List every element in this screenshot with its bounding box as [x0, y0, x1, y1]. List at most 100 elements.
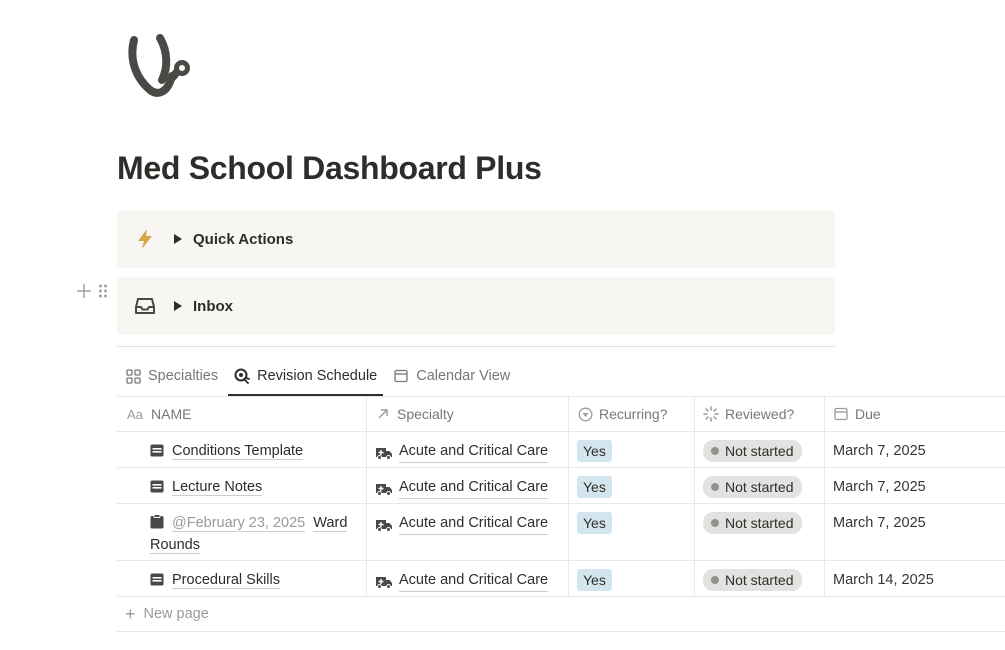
status-label: Not started	[725, 479, 794, 495]
recurring-tag: Yes	[577, 569, 612, 591]
calendar-page-icon	[150, 442, 164, 457]
table-header: Aa NAME Specialty Recurring? Reviewed? D…	[117, 396, 1005, 432]
status-dot	[711, 483, 719, 491]
calendar-page-icon	[150, 478, 164, 493]
due-cell[interactable]: March 7, 2025	[825, 432, 1005, 467]
divider	[117, 346, 835, 347]
table-row[interactable]: @February 23, 2025 Ward Rounds Acute and…	[117, 504, 1005, 561]
recurring-cell[interactable]: Yes	[569, 468, 695, 503]
specialty-link[interactable]: Acute and Critical Care	[399, 569, 549, 592]
due-date: March 7, 2025	[833, 479, 926, 495]
recurring-tag: Yes	[577, 476, 612, 498]
specialty-link[interactable]: Acute and Critical Care	[399, 440, 549, 463]
page-link[interactable]: Lecture Notes	[172, 479, 263, 496]
tab-revision-schedule[interactable]: Revision Schedule	[226, 362, 385, 396]
stethoscope-icon[interactable]	[124, 30, 196, 102]
column-header-name[interactable]: Aa NAME	[117, 397, 367, 431]
drag-handle-icon[interactable]	[98, 283, 108, 304]
column-label: Specialty	[397, 406, 454, 422]
quick-actions-callout: Quick Actions	[117, 210, 835, 268]
page-title[interactable]: Med School Dashboard Plus	[117, 150, 542, 187]
reviewed-cell[interactable]: Not started	[695, 504, 825, 560]
reviewed-cell[interactable]: Not started	[695, 561, 825, 596]
specialty-link[interactable]: Acute and Critical Care	[399, 512, 549, 535]
add-block-icon[interactable]	[76, 283, 92, 304]
specialty-cell[interactable]: Acute and Critical Care	[367, 561, 569, 596]
specialty-cell[interactable]: Acute and Critical Care	[367, 504, 569, 560]
reviewed-cell[interactable]: Not started	[695, 432, 825, 467]
relation-arrow-icon	[375, 406, 391, 422]
column-header-recurring[interactable]: Recurring?	[569, 397, 695, 431]
status-badge: Not started	[703, 512, 803, 534]
recurring-tag: Yes	[577, 512, 612, 534]
column-header-due[interactable]: Due	[825, 397, 1005, 431]
due-date: March 7, 2025	[833, 515, 926, 531]
tab-label: Calendar View	[416, 368, 511, 384]
ambulance-icon	[375, 481, 393, 496]
status-icon	[703, 406, 719, 422]
recurring-cell[interactable]: Yes	[569, 432, 695, 467]
revision-icon	[234, 368, 251, 384]
lightning-icon	[133, 227, 157, 251]
table-row[interactable]: Procedural Skills Acute and Critical Car…	[117, 561, 1005, 597]
specialty-cell[interactable]: Acute and Critical Care	[367, 468, 569, 503]
status-dot	[711, 576, 719, 584]
column-header-specialty[interactable]: Specialty	[367, 397, 569, 431]
block-handles	[76, 283, 108, 304]
ambulance-icon	[375, 574, 393, 589]
status-dot	[711, 519, 719, 527]
plus-icon: +	[125, 604, 136, 624]
text-property-icon: Aa	[127, 406, 143, 422]
view-tabs: Specialties Revision Schedule Calendar V…	[117, 362, 518, 396]
table-row[interactable]: Conditions Template Acute and Critical C…	[117, 432, 1005, 468]
new-page-button[interactable]: + New page	[117, 597, 1005, 632]
column-header-reviewed[interactable]: Reviewed?	[695, 397, 825, 431]
tab-label: Specialties	[148, 368, 219, 384]
status-label: Not started	[725, 443, 794, 459]
ambulance-icon	[375, 445, 393, 460]
specialty-cell[interactable]: Acute and Critical Care	[367, 432, 569, 467]
status-dot	[711, 447, 719, 455]
status-badge: Not started	[703, 476, 803, 498]
due-cell[interactable]: March 7, 2025	[825, 468, 1005, 503]
name-cell[interactable]: Conditions Template	[117, 432, 367, 467]
due-cell[interactable]: March 7, 2025	[825, 504, 1005, 560]
name-cell[interactable]: @February 23, 2025 Ward Rounds	[117, 504, 367, 560]
recurring-cell[interactable]: Yes	[569, 561, 695, 596]
page-link[interactable]: Procedural Skills	[172, 572, 280, 589]
calendar-icon	[393, 368, 409, 384]
recurring-cell[interactable]: Yes	[569, 504, 695, 560]
ambulance-icon	[375, 517, 393, 532]
date-icon	[833, 406, 849, 422]
inbox-icon	[133, 294, 157, 318]
table-row[interactable]: Lecture Notes Acute and Critical Care Ye…	[117, 468, 1005, 504]
tab-calendar-view[interactable]: Calendar View	[385, 362, 518, 390]
due-date: March 7, 2025	[833, 443, 926, 459]
status-label: Not started	[725, 572, 794, 588]
column-label: Recurring?	[599, 406, 668, 422]
quick-actions-label[interactable]: Quick Actions	[193, 231, 293, 248]
tab-label: Revision Schedule	[257, 368, 378, 384]
name-cell[interactable]: Lecture Notes	[117, 468, 367, 503]
revision-table: Aa NAME Specialty Recurring? Reviewed? D…	[117, 396, 1005, 632]
tab-specialties[interactable]: Specialties	[117, 362, 226, 390]
column-label: Reviewed?	[725, 406, 795, 422]
status-badge: Not started	[703, 440, 803, 462]
gallery-icon	[125, 368, 141, 384]
recurring-tag: Yes	[577, 440, 612, 462]
column-label: NAME	[151, 406, 192, 422]
toggle-triangle-icon[interactable]	[171, 300, 183, 312]
date-mention[interactable]: @February 23, 2025	[172, 515, 306, 532]
due-date: March 14, 2025	[833, 572, 934, 588]
reviewed-cell[interactable]: Not started	[695, 468, 825, 503]
specialty-link[interactable]: Acute and Critical Care	[399, 476, 549, 499]
new-page-label: New page	[143, 606, 209, 622]
inbox-label[interactable]: Inbox	[193, 298, 233, 315]
clipboard-icon	[150, 514, 164, 529]
inbox-callout: Inbox	[117, 277, 835, 335]
page-link[interactable]: Conditions Template	[172, 443, 304, 460]
name-cell[interactable]: Procedural Skills	[117, 561, 367, 596]
toggle-triangle-icon[interactable]	[171, 233, 183, 245]
due-cell[interactable]: March 14, 2025	[825, 561, 1005, 596]
calendar-page-icon	[150, 571, 164, 586]
